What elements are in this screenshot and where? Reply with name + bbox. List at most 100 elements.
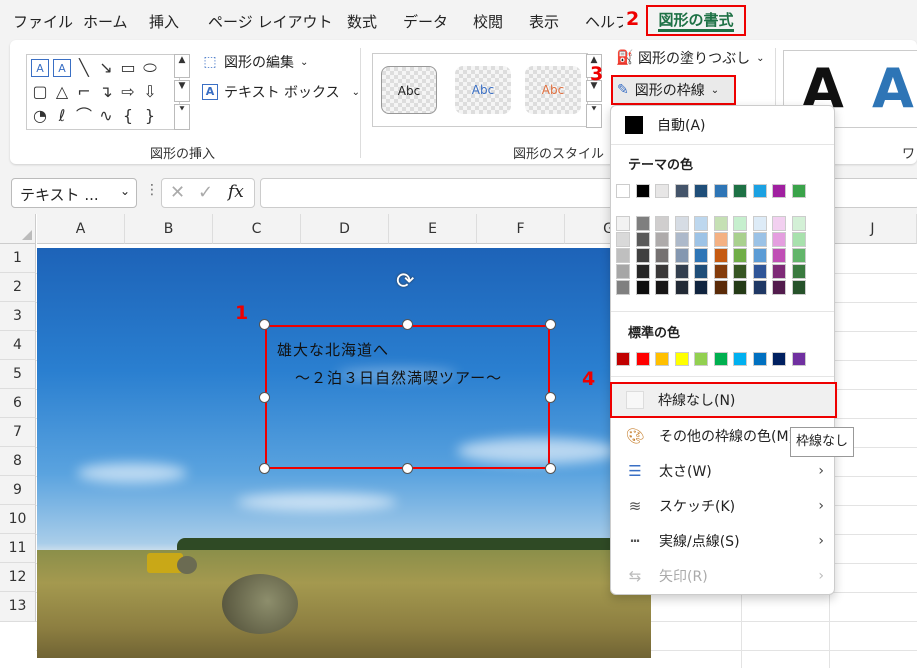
textbox-button[interactable]: A テキスト ボックス ⌄ [202,82,360,102]
wordart-sample-2[interactable]: A [872,57,914,120]
row-header-9[interactable]: 9 [0,476,36,505]
tab-page-layout[interactable]: ページ レイアウト [208,11,332,32]
shape-gallery[interactable]: A A ╲ ↘ ▭ ⬭ ▢ △ ⌐ ↴ ⇨ ⇩ ◔ ℓ ⌒ ∿ { } [26,54,180,130]
row-header-8[interactable]: 8 [0,447,36,476]
theme-shade-swatch[interactable] [635,264,650,279]
theme-shade-swatch[interactable] [772,232,786,247]
theme-shade-swatch[interactable] [674,264,689,279]
theme-shade-swatch[interactable] [772,248,786,263]
row-header-13[interactable]: 13 [0,592,36,622]
theme-shade-swatch[interactable] [713,248,728,263]
shape-fill-button[interactable]: ⛽ 図形の塗りつぶし ⌄ [616,48,765,68]
theme-color-swatch[interactable] [733,184,747,198]
resize-handle[interactable] [545,463,556,474]
column-header-d[interactable]: D [301,214,389,244]
theme-color-swatch[interactable] [772,184,786,198]
gallery-down-icon[interactable]: ▼ [174,80,190,102]
gallery-up-icon[interactable]: ▲ [174,54,190,78]
tab-review[interactable]: 校閲 [473,11,503,32]
elbow-arrow-icon[interactable]: ↴ [97,83,115,101]
theme-shade-swatch[interactable] [791,248,806,263]
standard-color-swatch[interactable] [772,352,786,366]
weight-item[interactable]: ☰ 太さ(W) › [611,454,834,488]
theme-shade-swatch[interactable] [791,216,806,231]
column-header-b[interactable]: B [125,214,213,244]
resize-handle[interactable] [545,319,556,330]
theme-shade-swatch[interactable] [733,216,747,231]
standard-color-swatch[interactable] [674,352,689,366]
oval-icon[interactable]: ⬭ [141,59,159,77]
shape-style-gallery[interactable]: Abc Abc Abc [372,53,588,127]
theme-shade-swatch[interactable] [694,216,708,231]
freeform-icon[interactable]: ◔ [31,107,49,125]
theme-shade-swatch[interactable] [616,216,630,231]
theme-shade-swatch[interactable] [713,216,728,231]
theme-shade-swatch[interactable] [655,264,669,279]
tab-file[interactable]: ファイル [13,11,73,32]
line-icon[interactable]: ╲ [75,59,93,77]
theme-shade-swatch[interactable] [694,264,708,279]
resize-handle[interactable] [259,319,270,330]
theme-shade-swatch[interactable] [635,232,650,247]
chevron-down-icon[interactable]: ⌄ [120,184,130,198]
theme-shade-swatch[interactable] [752,232,767,247]
row-header-2[interactable]: 2 [0,273,36,302]
vertical-textbox-icon[interactable]: A [53,59,71,77]
row-header-4[interactable]: 4 [0,331,36,360]
shape-outline-button[interactable]: ✎ 図形の枠線 ⌄ [611,75,736,105]
theme-shade-swatch[interactable] [713,232,728,247]
theme-color-swatch[interactable] [791,184,806,198]
sketch-item[interactable]: ≋ スケッチ(K) › [611,489,834,523]
rectangle-icon[interactable]: ▭ [119,59,137,77]
row-header-1[interactable]: 1 [0,244,36,273]
selected-textbox[interactable]: 雄大な北海道へ ～２泊３日自然満喫ツアー～ [265,325,550,469]
row-header-3[interactable]: 3 [0,302,36,331]
tab-help[interactable]: ヘルプ [585,11,623,32]
theme-shade-swatch[interactable] [616,232,630,247]
theme-shade-swatch[interactable] [772,216,786,231]
theme-shade-swatch[interactable] [752,216,767,231]
theme-shade-swatch[interactable] [772,280,786,295]
row-header-7[interactable]: 7 [0,418,36,447]
tab-formulas[interactable]: 数式 [347,11,377,32]
row-header-10[interactable]: 10 [0,505,36,534]
standard-color-swatch[interactable] [655,352,669,366]
theme-shade-swatch[interactable] [655,232,669,247]
resize-handle[interactable] [402,319,413,330]
theme-color-swatch[interactable] [752,184,767,198]
gallery-more-icon[interactable]: ⯆ [174,104,190,130]
theme-shade-swatch[interactable] [713,264,728,279]
theme-shade-swatch[interactable] [655,248,669,263]
theme-shade-swatch[interactable] [694,232,708,247]
theme-shade-swatch[interactable] [635,216,650,231]
tab-view[interactable]: 表示 [529,11,559,32]
triangle-icon[interactable]: △ [53,83,71,101]
row-header-6[interactable]: 6 [0,389,36,418]
row-header-12[interactable]: 12 [0,563,36,592]
arrow-line-icon[interactable]: ↘ [97,59,115,77]
curve-icon[interactable]: ∿ [97,107,115,125]
theme-shade-swatch[interactable] [616,264,630,279]
row-header-11[interactable]: 11 [0,534,36,563]
theme-shade-swatch[interactable] [752,248,767,263]
theme-color-swatch[interactable] [694,184,708,198]
theme-shade-swatch[interactable] [616,248,630,263]
theme-shade-swatch[interactable] [674,280,689,295]
theme-color-swatch[interactable] [655,184,669,198]
auto-color-item[interactable]: 自動(A) [611,108,834,142]
theme-shade-swatch[interactable] [733,264,747,279]
theme-color-swatch[interactable] [635,184,650,198]
theme-shade-swatch[interactable] [655,280,669,295]
theme-shade-swatch[interactable] [772,264,786,279]
cancel-icon[interactable]: ✕ [170,182,185,203]
theme-shade-swatch[interactable] [752,264,767,279]
edit-shape-button[interactable]: ⬚ 図形の編集 ⌄ [202,52,308,72]
name-box[interactable]: テキスト ... ⌄ [11,178,137,208]
right-brace-icon[interactable]: } [141,107,159,125]
column-header-j[interactable]: J [829,214,917,244]
theme-shade-swatch[interactable] [791,280,806,295]
select-all-corner[interactable] [0,214,36,244]
theme-color-swatch[interactable] [616,184,630,198]
column-header-e[interactable]: E [389,214,477,244]
resize-handle[interactable] [259,463,270,474]
